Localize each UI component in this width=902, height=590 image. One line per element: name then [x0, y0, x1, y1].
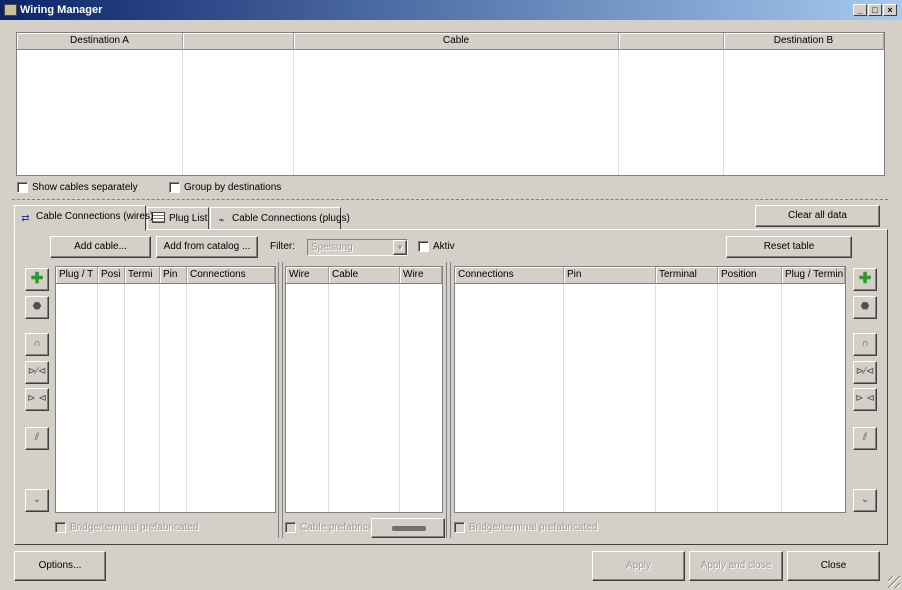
close-button[interactable]: Close	[787, 551, 880, 581]
right-bridge-prefabricated-checkbox[interactable]	[454, 522, 465, 533]
splitter-left[interactable]	[278, 262, 283, 538]
column-header-blank-2[interactable]	[619, 33, 724, 50]
column-header-plug-terminal[interactable]: Plug / T	[56, 267, 98, 284]
left-bridge-prefabricated-label: Bridge/terminal prefabricated	[70, 522, 199, 533]
remove-plug-icon: ⬣	[32, 301, 42, 312]
column-header-blank-1[interactable]	[183, 33, 294, 50]
disconnect-icon: ⊳ ⊲	[855, 393, 875, 404]
column-header-destination-a[interactable]: Destination A	[17, 33, 183, 50]
filter-dropdown[interactable]: Speisung ▼	[307, 239, 408, 256]
tab-plug-list[interactable]: Plug List	[147, 207, 209, 230]
cable-connections-icon: ⇄	[21, 213, 30, 224]
remove-plug-icon: ⬣	[860, 301, 870, 312]
cable-prefabricated-label: Cable prefabricate	[300, 522, 382, 533]
clear-all-data-button[interactable]: Clear all data	[755, 205, 880, 227]
group-by-destinations-checkbox[interactable]	[169, 182, 180, 193]
apply-and-close-button[interactable]: Apply and close	[689, 551, 783, 581]
filter-label: Filter:	[270, 241, 295, 252]
resize-grip[interactable]	[888, 576, 900, 588]
show-cables-separately-checkbox[interactable]	[17, 182, 28, 193]
connect-icon: ⊳⁄⊲	[855, 366, 875, 377]
column-header-terminal[interactable]: Termi	[125, 267, 160, 284]
filter-value: Speisung	[311, 242, 353, 253]
chevron-down-icon[interactable]: ▼	[393, 240, 407, 255]
left-connections-table[interactable]: Plug / T Posi Termi Pin Connections	[55, 266, 276, 513]
add-right-button[interactable]: ✚	[853, 268, 877, 291]
column-header-connections-right[interactable]: Connections	[455, 267, 564, 284]
splitter-right[interactable]	[446, 262, 451, 538]
aktiv-label: Aktiv	[433, 241, 455, 252]
close-window-button[interactable]: ×	[883, 4, 897, 16]
show-cables-separately-label: Show cables separately	[32, 182, 138, 193]
column-header-pin-right[interactable]: Pin	[564, 267, 656, 284]
add-icon: ✚	[30, 270, 44, 287]
disconnect-right-button[interactable]: ⊳ ⊲	[853, 388, 877, 411]
disconnect-icon: ⊳ ⊲	[27, 393, 47, 404]
table-grid-icon	[152, 212, 165, 223]
add-from-catalog-button[interactable]: Add from catalog ...	[156, 236, 258, 258]
scroll-down-icon: ⌄	[32, 494, 42, 505]
column-header-wire-a[interactable]: Wire	[286, 267, 329, 284]
scroll-down-right-button[interactable]: ⌄	[853, 489, 877, 512]
headphone-connector-icon: ∩	[861, 338, 869, 349]
wire-tool-icon: ⫽	[862, 432, 868, 443]
add-cable-button[interactable]: Add cable...	[50, 236, 151, 258]
aktiv-checkbox[interactable]	[418, 241, 429, 252]
column-header-wire-b[interactable]: Wire	[400, 267, 442, 284]
wire-tool-left-button[interactable]: ⫽	[25, 427, 49, 450]
disconnect-left-button[interactable]: ⊳ ⊲	[25, 388, 49, 411]
headphone-left-button[interactable]: ∩	[25, 333, 49, 356]
title-bar: Wiring Manager	[0, 0, 902, 20]
connect-left-button[interactable]: ⊳⁄⊲	[25, 361, 49, 384]
column-header-terminal-right[interactable]: Terminal	[656, 267, 718, 284]
column-header-connections[interactable]: Connections	[187, 267, 275, 284]
column-header-position[interactable]: Posi	[98, 267, 125, 284]
tab-cable-connections-plugs[interactable]: ⌁ Cable Connections (plugs)	[210, 207, 350, 230]
right-bridge-prefabricated-label: Bridge/terminal prefabricated	[469, 522, 598, 533]
wire-cable-table[interactable]: Wire Cable Wire	[285, 266, 443, 513]
remove-right-button[interactable]: ⬣	[853, 296, 877, 319]
plug-connections-icon: ⌁	[218, 215, 225, 226]
maximize-button[interactable]: □	[868, 4, 882, 16]
cable-prefabricated-checkbox[interactable]	[285, 522, 296, 533]
tab-cable-connections-wires[interactable]: ⇄ Cable Connections (wires)	[14, 205, 153, 231]
app-icon	[4, 4, 17, 16]
connect-right-button[interactable]: ⊳⁄⊲	[853, 361, 877, 384]
remove-left-button[interactable]: ⬣	[25, 296, 49, 319]
right-connections-table[interactable]: Connections Pin Terminal Position Plug /…	[454, 266, 846, 513]
destinations-table[interactable]: Destination A Cable Destination B	[16, 32, 885, 176]
group-by-destinations-label: Group by destinations	[184, 182, 282, 193]
column-header-cable[interactable]: Cable	[329, 267, 400, 284]
scroll-down-icon: ⌄	[860, 494, 870, 505]
divider	[12, 199, 888, 200]
column-header-destination-b[interactable]: Destination B	[724, 33, 884, 50]
cable-prefabricated-button[interactable]	[371, 518, 445, 538]
reset-table-button[interactable]: Reset table	[726, 236, 852, 258]
wire-tool-icon: ⫽	[34, 432, 40, 443]
options-button[interactable]: Options...	[14, 551, 106, 581]
wire-tool-right-button[interactable]: ⫽	[853, 427, 877, 450]
column-header-pin[interactable]: Pin	[160, 267, 187, 284]
column-header-plug-terminal-right[interactable]: Plug / Termin	[782, 267, 845, 284]
connect-icon: ⊳⁄⊲	[27, 366, 47, 377]
column-header-position-right[interactable]: Position	[718, 267, 782, 284]
scroll-down-left-button[interactable]: ⌄	[25, 489, 49, 512]
headphone-connector-icon: ∩	[33, 338, 41, 349]
apply-button[interactable]: Apply	[592, 551, 685, 581]
headphone-right-button[interactable]: ∩	[853, 333, 877, 356]
column-header-cable[interactable]: Cable	[294, 33, 619, 50]
minimize-button[interactable]: _	[853, 4, 867, 16]
left-bridge-prefabricated-checkbox[interactable]	[55, 522, 66, 533]
add-left-button[interactable]: ✚	[25, 268, 49, 291]
add-icon: ✚	[858, 270, 872, 287]
cable-icon	[392, 526, 426, 531]
window-title: Wiring Manager	[20, 4, 103, 16]
